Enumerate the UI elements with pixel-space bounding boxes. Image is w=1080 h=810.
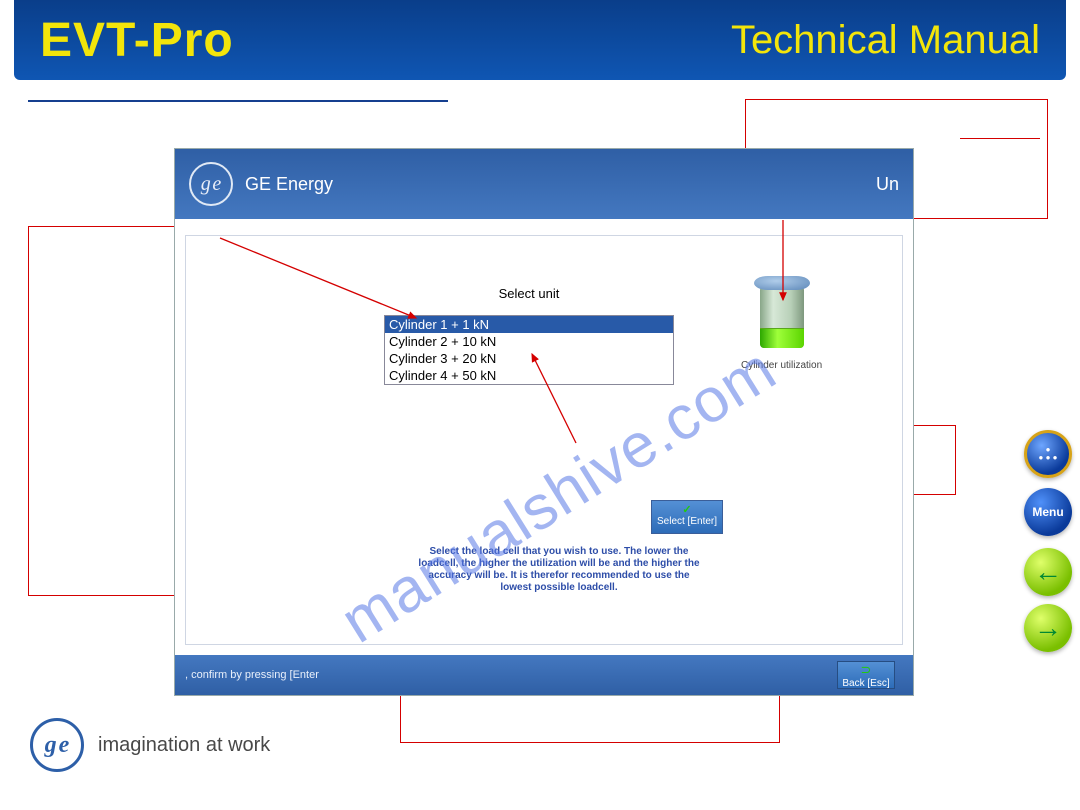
nav-menu-label: Menu <box>1032 505 1063 519</box>
list-item[interactable]: Cylinder 3 + 20 kN <box>385 350 673 367</box>
select-unit-title: Select unit <box>384 286 674 301</box>
cylinder-body <box>760 286 804 348</box>
divider <box>28 100 448 102</box>
nav-menu-button[interactable]: Menu <box>1024 488 1072 536</box>
nav-network-button[interactable]: ●● ● ● <box>1024 430 1072 478</box>
ge-logo-large-icon: g e <box>30 718 84 772</box>
app-header: g e GE Energy Un <box>175 149 913 219</box>
cylinder-fill <box>760 328 804 348</box>
doc-slogan: imagination at work <box>98 734 270 757</box>
select-unit-panel: Select unit Cylinder 1 + 1 kN Cylinder 2… <box>384 286 674 385</box>
select-button-label: Select [Enter] <box>652 516 722 527</box>
nav-prev-button[interactable]: ← <box>1024 548 1072 596</box>
network-icon: ●● ● ● <box>1039 446 1058 462</box>
cylinder-cap <box>754 276 810 290</box>
check-icon: ✓ <box>652 503 722 516</box>
list-item[interactable]: Cylinder 4 + 50 kN <box>385 367 673 384</box>
back-button-label: Back [Esc] <box>838 678 894 689</box>
list-item[interactable]: Cylinder 2 + 10 kN <box>385 333 673 350</box>
doc-banner: EVT-Pro Technical Manual <box>14 0 1066 80</box>
arrow-left-icon: ← <box>1034 556 1062 588</box>
app-header-text: Un <box>876 174 899 195</box>
return-icon: ⊃ <box>838 662 894 678</box>
app-footer: , confirm by pressing [Enter ⊃ Back [Esc… <box>175 655 913 695</box>
app-body: Select unit Cylinder 1 + 1 kN Cylinder 2… <box>185 235 903 645</box>
doc-footer: g e imagination at work <box>30 718 270 772</box>
cylinder-icon <box>754 276 810 354</box>
app-window: g e GE Energy Un Select unit Cylinder 1 … <box>174 148 914 696</box>
callout-tick-1 <box>960 138 1040 139</box>
arrow-right-icon: → <box>1034 612 1062 644</box>
select-button[interactable]: ✓ Select [Enter] <box>651 500 723 534</box>
footer-hint: , confirm by pressing [Enter <box>185 669 319 681</box>
app-brand: GE Energy <box>245 174 333 195</box>
doc-banner-subtitle: Technical Manual <box>731 18 1040 63</box>
nav-next-button[interactable]: → <box>1024 604 1072 652</box>
ge-logo-icon: g e <box>189 162 233 206</box>
doc-banner-title: EVT-Pro <box>40 13 234 68</box>
back-button[interactable]: ⊃ Back [Esc] <box>837 661 895 689</box>
list-item[interactable]: Cylinder 1 + 1 kN <box>385 316 673 333</box>
unit-listbox[interactable]: Cylinder 1 + 1 kN Cylinder 2 + 10 kN Cyl… <box>384 315 674 385</box>
